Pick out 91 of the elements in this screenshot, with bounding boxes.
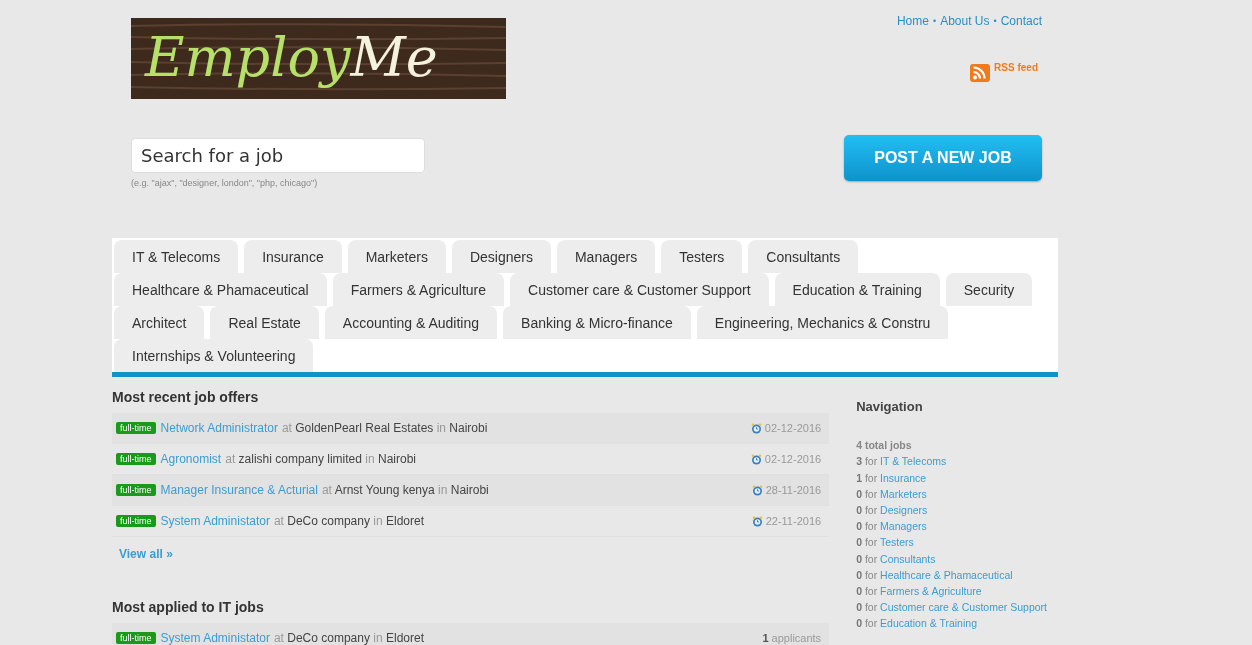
category-link[interactable]: Testers <box>879 536 914 549</box>
clock-icon <box>750 422 762 434</box>
job-count: 0 <box>856 552 862 565</box>
category-link[interactable]: Healthcare & Phamaceutical <box>880 568 1013 581</box>
category-tab[interactable]: Farmers & Agriculture <box>332 273 505 306</box>
job-details: at DeCo company in Eldoret <box>273 514 425 528</box>
rss-feed-link[interactable]: RSS feed <box>994 62 1038 73</box>
separator-dot: • <box>932 15 937 28</box>
category-tab[interactable]: Accounting & Auditing <box>324 306 498 339</box>
job-type-badge: full-time <box>116 632 156 644</box>
job-count: 0 <box>856 536 862 549</box>
post-date: 02-12-2016 <box>764 453 822 465</box>
category-link[interactable]: Farmers & Agriculture <box>880 585 982 598</box>
job-details: at Arnst Young kenya in Nairobi <box>321 483 489 497</box>
category-tab[interactable]: Engineering, Mechanics & Constru <box>696 306 949 339</box>
job-title-link[interactable]: Agronomist <box>160 452 222 466</box>
applicant-count: 1 applicants <box>762 632 822 644</box>
job-type-badge: full-time <box>116 422 156 434</box>
nav-link[interactable]: Home <box>896 14 929 28</box>
job-count: 0 <box>856 568 862 581</box>
for-label: for <box>864 536 878 549</box>
job-title-link[interactable]: System Administator <box>160 631 270 645</box>
for-label: for <box>864 601 878 614</box>
category-tab[interactable]: Customer care & Customer Support <box>510 273 769 306</box>
category-link[interactable]: Insurance <box>880 471 927 484</box>
category-link[interactable]: Consultants <box>880 552 936 565</box>
rss-icon[interactable] <box>970 64 991 82</box>
separator-dot: • <box>993 15 997 28</box>
for-label: for <box>864 585 878 598</box>
job-title-link[interactable]: Network Administrator <box>160 421 278 435</box>
job-count: 3 <box>856 455 862 468</box>
category-link[interactable]: Customer care & Customer Support <box>880 601 1047 614</box>
job-details: at zalishi company limited in Nairobi <box>225 452 416 466</box>
logo[interactable]: EmployMe <box>131 18 506 99</box>
section-heading: Most recent job offers <box>112 389 260 405</box>
for-label: for <box>864 471 878 484</box>
job-count: 0 <box>856 601 862 614</box>
clock-icon <box>751 515 763 527</box>
clock-icon <box>750 453 762 465</box>
nav-link[interactable]: About Us <box>940 14 990 28</box>
nav-link[interactable]: Contact <box>1000 14 1042 28</box>
category-tab[interactable]: Security <box>945 273 1033 306</box>
category-tab[interactable]: Designers <box>451 240 551 273</box>
category-tab[interactable]: Insurance <box>244 240 342 273</box>
category-tab[interactable]: Healthcare & Phamaceutical <box>114 273 327 306</box>
category-link[interactable]: Designers <box>880 504 928 516</box>
category-tab[interactable]: Real Estate <box>210 306 319 339</box>
clock-icon <box>751 484 763 496</box>
post-date: 28-11-2016 <box>765 484 822 496</box>
sidebar-heading: Navigation <box>856 399 924 416</box>
for-label: for <box>864 568 878 581</box>
job-type-badge: full-time <box>116 484 156 496</box>
for-label: for <box>864 520 878 533</box>
job-type-badge: full-time <box>116 515 156 527</box>
job-count: 0 <box>856 487 862 500</box>
job-count: 1 <box>856 471 862 484</box>
job-type-badge: full-time <box>116 453 156 465</box>
job-title-link[interactable]: System Administator <box>160 514 270 528</box>
category-tab[interactable]: Testers <box>661 240 743 273</box>
job-count: 0 <box>856 585 862 598</box>
post-job-button[interactable]: POST A NEW JOB <box>844 135 1042 181</box>
category-link[interactable]: Education & Training <box>880 617 977 630</box>
total-jobs: 4 total jobs <box>856 438 913 454</box>
post-date: 02-12-2016 <box>764 422 822 434</box>
category-link[interactable]: Managers <box>880 520 927 533</box>
for-label: for <box>864 504 878 516</box>
category-tab[interactable]: IT & Telecoms <box>114 240 239 273</box>
category-tab[interactable]: Managers <box>556 240 656 273</box>
for-label: for <box>864 617 878 630</box>
job-title-link[interactable]: Manager Insurance & Acturial <box>160 483 318 497</box>
for-label: for <box>864 455 878 468</box>
category-tab[interactable]: Banking & Micro-finance <box>503 306 691 339</box>
job-count: 0 <box>856 504 862 516</box>
job-count: 0 <box>856 520 862 533</box>
category-link[interactable]: Marketers <box>880 487 927 500</box>
job-details: at GoldenPearl Real Estates in Nairobi <box>281 421 488 435</box>
category-tab[interactable]: Internships & Volunteering <box>114 339 314 372</box>
post-date: 22-11-2016 <box>765 515 822 527</box>
category-tab[interactable]: Marketers <box>347 240 446 273</box>
search-hint: (e.g. "ajax", "designer, london", "php, chicago") <box>131 178 319 188</box>
search-field[interactable]: Search for a job <box>131 138 425 173</box>
view-all-link[interactable]: View all » <box>119 547 173 561</box>
section-heading: Most applied to IT jobs <box>112 599 265 615</box>
job-details: at DeCo company in Eldoret <box>273 631 425 645</box>
job-count: 0 <box>856 617 862 630</box>
for-label: for <box>864 487 878 500</box>
category-tab[interactable]: Architect <box>114 306 205 339</box>
category-tab[interactable]: Consultants <box>748 240 859 273</box>
category-tab[interactable]: Education & Training <box>774 273 940 306</box>
category-link[interactable]: IT & Telecoms <box>880 455 947 468</box>
for-label: for <box>864 552 878 565</box>
